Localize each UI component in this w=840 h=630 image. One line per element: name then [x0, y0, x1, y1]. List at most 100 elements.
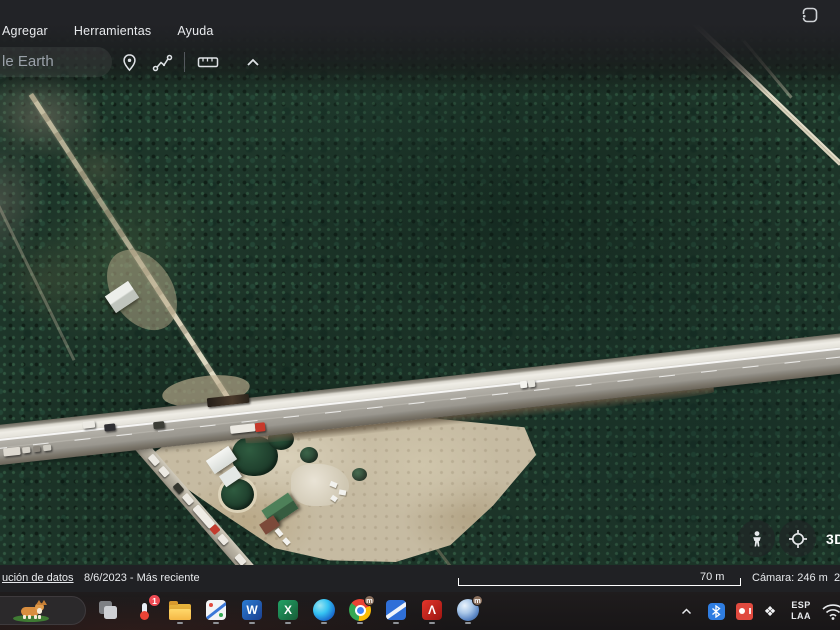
- taskbar-task-view-button[interactable]: [95, 596, 121, 624]
- folder-icon: [169, 601, 191, 620]
- tree: [352, 468, 367, 481]
- taskbar-snipping-tool-button[interactable]: [203, 596, 229, 624]
- running-indicator: [177, 621, 183, 624]
- vehicle: [22, 446, 31, 454]
- search-input-text: le Earth: [2, 53, 54, 70]
- profile-badge: m: [364, 595, 375, 606]
- taskbar-excel-button[interactable]: X: [275, 596, 301, 624]
- tray-dropbox-button[interactable]: ❖: [758, 592, 782, 630]
- vehicle: [3, 446, 21, 457]
- language-line2: LAA: [791, 611, 811, 621]
- status-bar: ución de datos 8/6/2023 - Más reciente 7…: [0, 565, 840, 592]
- ruler-button[interactable]: [197, 51, 219, 73]
- taskbar-file-explorer-button[interactable]: [167, 596, 193, 624]
- vehicle: [181, 492, 195, 506]
- acrobat-icon: Λ: [422, 600, 442, 620]
- taskbar-weather-widget-button[interactable]: 1: [131, 594, 161, 624]
- pegman-street-view-button[interactable]: [738, 520, 775, 557]
- vehicle: [519, 380, 528, 389]
- task-view-icon: [97, 599, 119, 621]
- bluetooth-icon: [707, 602, 725, 620]
- tray-bluetooth-button[interactable]: [704, 592, 728, 630]
- dropbox-icon: ❖: [763, 602, 777, 619]
- running-indicator: [429, 621, 435, 624]
- word-icon: W: [242, 600, 262, 620]
- add-path-icon: [152, 54, 172, 71]
- tray-wifi-button[interactable]: [820, 592, 840, 630]
- wifi-icon: [822, 603, 840, 620]
- vehicle: [104, 423, 116, 432]
- menu-item-agregar[interactable]: Agregar: [2, 24, 48, 42]
- vehicle: [158, 465, 170, 478]
- edge-browser-icon: [313, 599, 335, 621]
- taskbar-edge-button[interactable]: [311, 596, 337, 624]
- data-attribution-link[interactable]: ución de datos: [2, 572, 74, 584]
- menu-bar: Agregar Herramientas Ayuda: [0, 24, 214, 42]
- ruler-icon: [197, 57, 219, 68]
- placemark-pin-icon: [122, 53, 136, 71]
- desktop-screen: 3D Agregar Herramientas Ayuda le Earth u…: [0, 0, 840, 630]
- tray-recorder-button[interactable]: [732, 592, 756, 630]
- menu-item-herramientas[interactable]: Herramientas: [74, 24, 151, 42]
- vehicle: [82, 420, 96, 429]
- my-location-icon: [788, 529, 807, 548]
- running-indicator: [357, 621, 363, 624]
- running-indicator: [285, 621, 291, 624]
- gravel-patch: [291, 464, 349, 506]
- chevron-up-icon: [247, 58, 259, 66]
- taskbar-browser-profile-button[interactable]: m: [455, 595, 483, 624]
- clipped-right-label: 2: [834, 572, 840, 584]
- truck-trailer: [229, 423, 256, 434]
- notification-badge: 1: [148, 594, 161, 607]
- scanner-app-icon: [386, 600, 406, 620]
- taskbar-scanner-button[interactable]: [383, 596, 409, 624]
- my-location-button[interactable]: [779, 520, 816, 557]
- vehicle: [42, 444, 52, 452]
- collapse-toolbar-button[interactable]: [242, 51, 264, 73]
- running-indicator: [393, 621, 399, 624]
- browser-sphere-icon: m: [457, 595, 483, 621]
- corgi-dog-illustration: [13, 600, 49, 622]
- tree: [300, 447, 318, 463]
- add-path-button[interactable]: [151, 51, 173, 73]
- vehicle: [147, 453, 161, 467]
- chrome-browser-icon: m: [349, 595, 375, 621]
- vehicle: [172, 482, 185, 495]
- white-object: [338, 489, 347, 496]
- excel-icon: X: [278, 600, 298, 620]
- placemark-pin-button[interactable]: [118, 51, 140, 73]
- map-scale-label: 70 m: [700, 571, 725, 583]
- vehicle: [32, 445, 41, 453]
- truck-cab: [254, 422, 266, 433]
- profile-badge: m: [472, 595, 483, 606]
- menu-item-ayuda[interactable]: Ayuda: [177, 24, 213, 42]
- running-indicator: [465, 621, 471, 624]
- tray-language-indicator[interactable]: ESP LAA: [784, 592, 818, 630]
- camera-altitude-label: Cámara: 246 m: [752, 572, 828, 584]
- imagery-date-label[interactable]: 8/6/2023 - Más reciente: [84, 572, 200, 584]
- capture-region-button[interactable]: [800, 5, 820, 25]
- running-indicator: [321, 621, 327, 624]
- language-line1: ESP: [791, 599, 811, 610]
- taskbar-acrobat-button[interactable]: Λ: [419, 596, 445, 624]
- taskbar-search-box[interactable]: [0, 596, 86, 625]
- taskbar-chrome-button[interactable]: m: [347, 595, 375, 624]
- recorder-icon: [735, 602, 753, 620]
- view-3d-label: 3D: [826, 531, 840, 547]
- vehicle: [153, 421, 165, 430]
- running-indicator: [213, 621, 219, 624]
- view-3d-button[interactable]: 3D: [826, 526, 840, 552]
- chevron-up-icon: [681, 607, 691, 614]
- snipping-tool-icon: [206, 600, 226, 620]
- vehicle: [217, 533, 230, 546]
- vehicle: [527, 379, 536, 388]
- toolbar-divider: [184, 52, 185, 72]
- satellite-map-canvas[interactable]: 3D: [0, 0, 840, 565]
- tray-hidden-icons-button[interactable]: [676, 592, 696, 630]
- vehicle: [234, 553, 247, 565]
- pegman-street-view-icon: [752, 530, 761, 546]
- running-indicator: [249, 621, 255, 624]
- capture-region-icon: [802, 7, 818, 23]
- map-scale-bar: [458, 578, 741, 586]
- taskbar-word-button[interactable]: W: [239, 596, 265, 624]
